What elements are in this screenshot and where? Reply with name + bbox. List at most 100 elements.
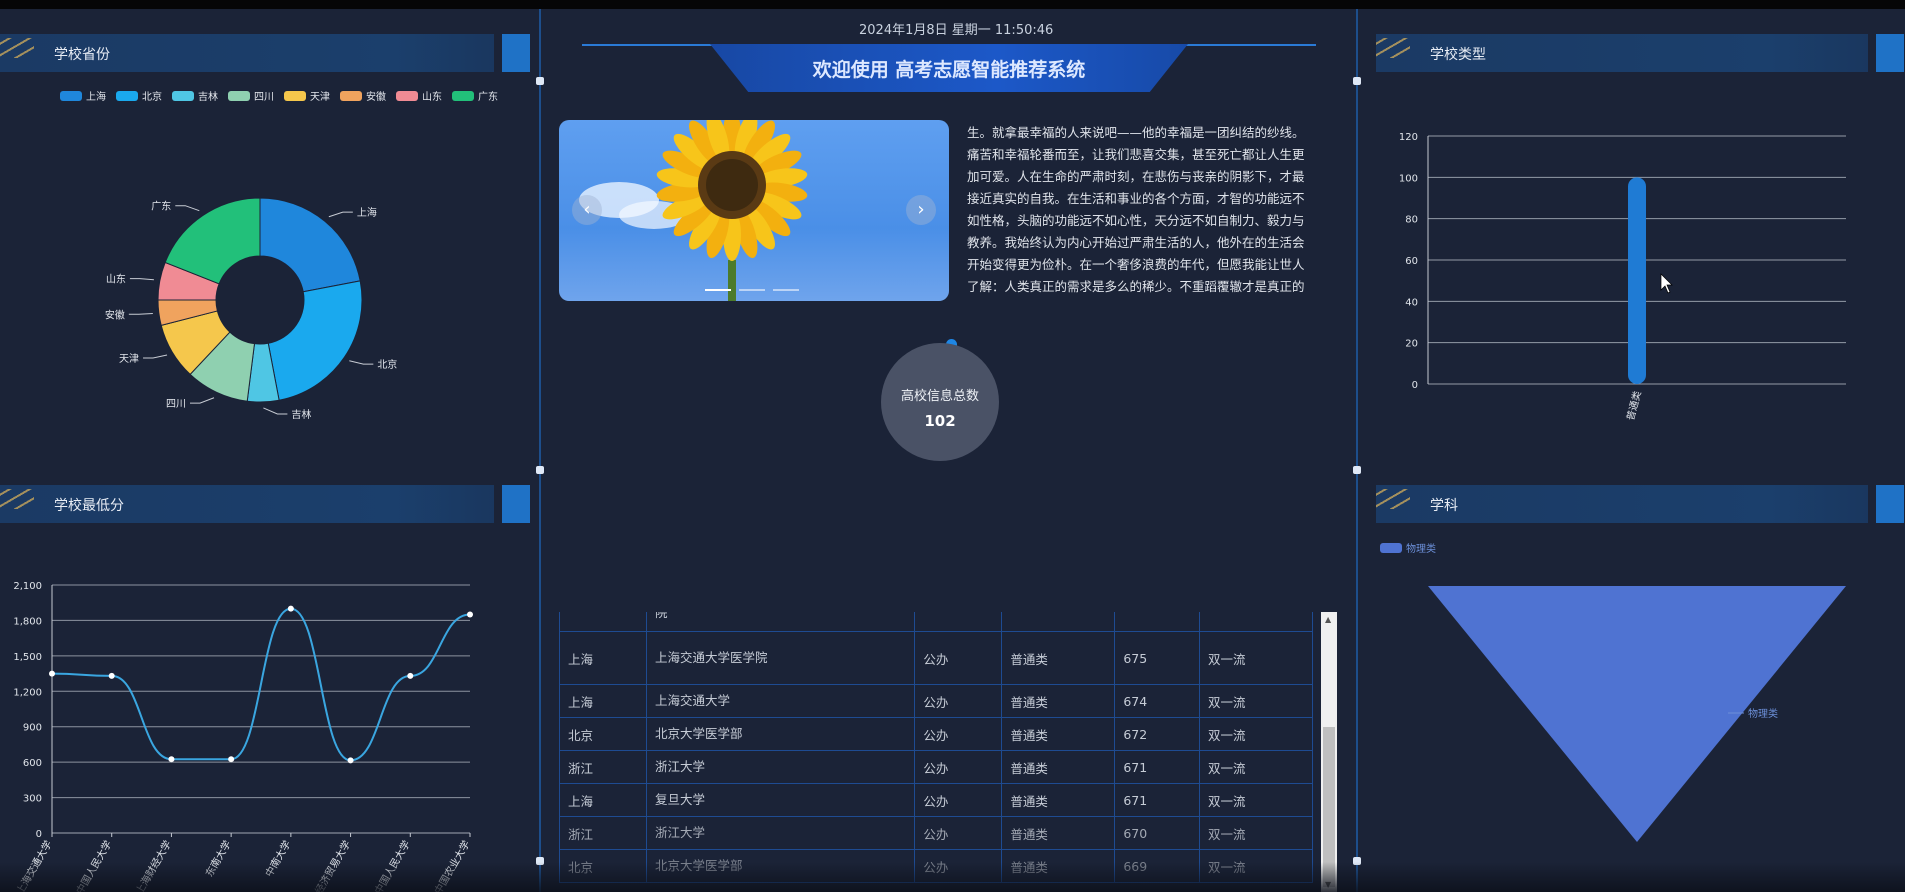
- table-cell: 公办: [914, 750, 1003, 784]
- table-cell: [1001, 612, 1116, 632]
- table-cell: 双一流: [1199, 684, 1313, 718]
- funnel-label: 物理类: [1748, 707, 1778, 720]
- table-row[interactable]: 上海 上海交通大学医学院 公办 普通类 675 双一流: [559, 631, 1313, 685]
- table-cell: 浙江: [559, 750, 648, 784]
- table-cell: 普通类: [1001, 783, 1116, 817]
- x-tick-label: 中国人民大学: [372, 838, 413, 892]
- header-tab-decoration: [1876, 485, 1904, 523]
- divider-left: [539, 9, 541, 892]
- pie-label: 上海: [357, 206, 377, 219]
- table-cell: 双一流: [1199, 849, 1313, 883]
- y-tick-label: 20: [1405, 339, 1418, 350]
- carousel-dot[interactable]: [773, 289, 799, 291]
- table-cell: 双一流: [1199, 750, 1313, 784]
- table-cell: [1199, 612, 1313, 632]
- carousel-next-button[interactable]: ›: [906, 195, 936, 225]
- page-title: 欢迎使用 高考志愿智能推荐系统: [812, 59, 1086, 81]
- legend-label: 北京: [142, 92, 162, 103]
- scroll-down-icon[interactable]: ▼: [1325, 880, 1331, 889]
- panel-title: 学校省份: [54, 47, 110, 63]
- legend-item[interactable]: 上海: [60, 88, 106, 103]
- table-cell: 普通类: [1001, 816, 1116, 850]
- y-tick-label: 2,100: [13, 581, 42, 592]
- divider-node: [536, 857, 544, 865]
- pie-slice: [267, 280, 363, 401]
- table-cell: 双一流: [1199, 717, 1313, 751]
- table-cell: 双一流: [1199, 816, 1313, 850]
- table-row[interactable]: 北京 北京大学医学部 公办 普通类 669 双一流: [559, 849, 1313, 883]
- y-tick-label: 300: [23, 794, 42, 805]
- legend-item[interactable]: 吉林: [172, 88, 218, 103]
- y-tick-label: 900: [23, 723, 42, 734]
- table-cell: 复旦大学: [646, 783, 916, 817]
- pie-label: 吉林: [291, 408, 311, 421]
- legend-item[interactable]: 天津: [284, 88, 330, 103]
- table-cell: 670: [1114, 816, 1200, 850]
- table-row[interactable]: 北京 北京大学医学部 公办 普通类 672 双一流: [559, 717, 1313, 751]
- mouse-cursor-icon: [1660, 273, 1673, 294]
- pie-label: 山东: [106, 273, 126, 286]
- counter-label: 高校信息总数: [900, 389, 979, 404]
- data-point: [168, 756, 175, 763]
- table-row[interactable]: 浙江 浙江大学 公办 普通类 670 双一流: [559, 816, 1313, 850]
- legend-label: 广东: [478, 92, 498, 103]
- sunflower-image: [579, 120, 808, 301]
- x-tick-label: 中国人民大学: [73, 838, 114, 892]
- score-line: [51, 607, 471, 762]
- image-carousel[interactable]: ‹ ›: [559, 120, 949, 301]
- x-tick-label: 对外经济贸易大学: [302, 838, 353, 892]
- table-cell: [914, 612, 1003, 632]
- legend-swatch: [172, 90, 194, 101]
- divider-node: [536, 466, 544, 474]
- legend-item[interactable]: 广东: [452, 88, 498, 103]
- panel-title: 学科: [1430, 498, 1458, 514]
- divider-node: [536, 77, 544, 85]
- y-tick-label: 100: [1399, 173, 1418, 184]
- table-cell: 上海: [559, 631, 648, 685]
- y-tick-label: 1,800: [13, 616, 42, 627]
- carousel-dot[interactable]: [705, 289, 731, 291]
- table-row[interactable]: 院: [559, 612, 1313, 632]
- table-scrollbar[interactable]: ▲ ▼: [1321, 612, 1337, 892]
- y-tick-label: 0: [36, 829, 42, 840]
- legend-label: 山东: [422, 92, 442, 103]
- pie-label-line: [175, 205, 200, 212]
- table-cell: 浙江大学: [646, 816, 916, 850]
- table-cell: 675: [1114, 631, 1200, 685]
- panel-title: 学校类型: [1430, 47, 1486, 63]
- table-cell: 普通类: [1001, 849, 1116, 883]
- panel-title: 学校最低分: [54, 498, 124, 514]
- carousel-prev-button[interactable]: ‹: [572, 195, 602, 225]
- school-table-container[interactable]: 院上海 上海交通大学医学院 公办 普通类 675 双一流 上海 上海交通大学 公办 普通类 674 双…: [559, 612, 1313, 892]
- table-cell: 北京: [559, 717, 648, 751]
- data-point: [407, 672, 414, 679]
- pie-label-line: [128, 313, 153, 315]
- pie-label: 北京: [377, 358, 397, 371]
- legend-swatch: [60, 90, 82, 101]
- table-cell: 上海交通大学: [646, 684, 916, 718]
- legend-swatch: [284, 90, 306, 101]
- legend-item[interactable]: 安徽: [340, 88, 386, 103]
- table-row[interactable]: 上海 复旦大学 公办 普通类 671 双一流: [559, 783, 1313, 817]
- pie-label: 四川: [166, 399, 186, 410]
- table-row[interactable]: 浙江 浙江大学 公办 普通类 671 双一流: [559, 750, 1313, 784]
- scrollbar-thumb[interactable]: [1323, 727, 1335, 887]
- legend-label: 物理类: [1406, 544, 1436, 555]
- x-tick-label: 中国农业大学: [431, 838, 472, 892]
- table-cell: 公办: [914, 684, 1003, 718]
- carousel-dot[interactable]: [739, 289, 765, 291]
- table-row[interactable]: 上海 上海交通大学 公办 普通类 674 双一流: [559, 684, 1313, 718]
- table-cell: 672: [1114, 717, 1200, 751]
- legend-item[interactable]: 四川: [228, 88, 274, 103]
- table-cell: [1114, 612, 1200, 632]
- x-tick-label: 东南大学: [202, 838, 233, 879]
- data-point: [347, 757, 354, 764]
- legend-item[interactable]: 山东: [396, 88, 442, 103]
- legend-item[interactable]: 北京: [116, 88, 162, 103]
- table-cell: 上海交通大学医学院: [646, 631, 916, 685]
- total-counter: 高校信息总数 102: [881, 343, 999, 461]
- pie-label: 天津: [119, 353, 139, 365]
- scroll-up-icon[interactable]: ▲: [1325, 615, 1331, 624]
- header-tab-decoration: [1876, 34, 1904, 72]
- y-tick-label: 1,200: [13, 687, 42, 698]
